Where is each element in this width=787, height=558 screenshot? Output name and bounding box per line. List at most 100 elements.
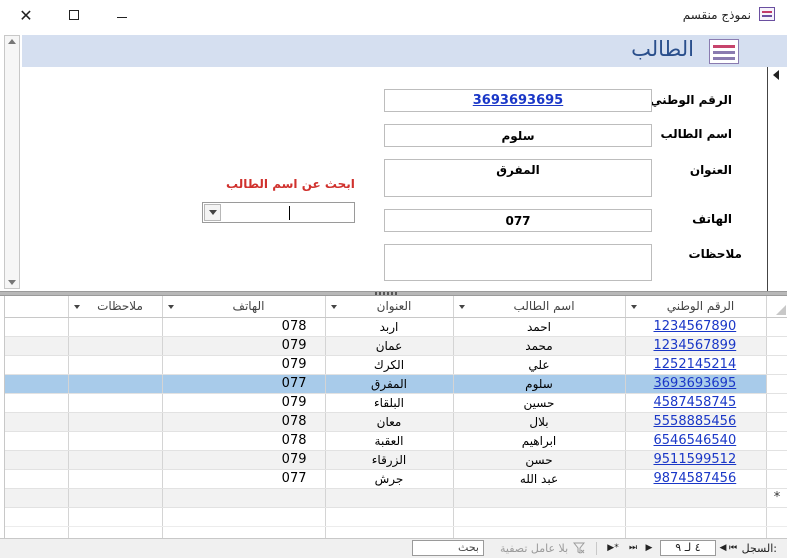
student-name-field[interactable]: سلوم	[384, 124, 652, 147]
cell-national-id[interactable]: 1252145214	[625, 355, 767, 375]
maximize-window-button[interactable]	[60, 4, 88, 26]
filter-status-button[interactable]: بلا عامل تصفية	[500, 542, 568, 555]
national-id-value[interactable]: 3693693695	[473, 93, 563, 108]
cell-address[interactable]: عمان	[325, 336, 454, 356]
cell-national-id[interactable]: 1234567899	[625, 336, 767, 356]
row-blank-cell[interactable]	[5, 317, 69, 337]
cell-phone[interactable]: 079	[162, 393, 326, 413]
cell-phone[interactable]: 079	[162, 450, 326, 470]
cell-notes[interactable]	[68, 336, 163, 356]
table-row[interactable]: 078 العقبة ابراهيم 6546546540	[5, 431, 787, 451]
cell-address[interactable]: العقبة	[325, 431, 454, 451]
cell-phone[interactable]: 078	[162, 431, 326, 451]
row-selector[interactable]	[766, 412, 787, 432]
cell-address[interactable]: المفرق	[325, 374, 454, 394]
last-record-button[interactable]: ⏭	[626, 541, 640, 555]
scroll-down-icon[interactable]	[8, 280, 16, 285]
cell-notes[interactable]	[68, 355, 163, 375]
column-header-notes[interactable]: ملاحظات	[68, 296, 163, 318]
select-all-corner[interactable]	[766, 296, 787, 318]
row-blank-cell[interactable]	[5, 336, 69, 356]
cell-phone[interactable]: 078	[162, 412, 326, 432]
cell-notes[interactable]	[68, 412, 163, 432]
table-row[interactable]: 079 الزرقاء حسن 9511599512	[5, 450, 787, 470]
form-vertical-scrollbar[interactable]	[4, 35, 20, 289]
row-selector[interactable]	[766, 355, 787, 375]
cell-notes[interactable]	[68, 469, 163, 489]
phone-field[interactable]: 077	[384, 209, 652, 232]
table-row[interactable]: 078 اربد احمد 1234567890	[5, 317, 787, 337]
table-row[interactable]: 079 عمان محمد 1234567899	[5, 336, 787, 356]
cell-name[interactable]: سلوم	[453, 374, 626, 394]
column-filter-icon[interactable]	[630, 305, 637, 309]
new-row-cell[interactable]	[68, 488, 163, 508]
cell-address[interactable]: جرش	[325, 469, 454, 489]
cell-national-id[interactable]: 4587458745	[625, 393, 767, 413]
combo-dropdown-button[interactable]	[204, 204, 221, 221]
table-row[interactable]: 077 جرش عبد الله 9874587456	[5, 469, 787, 489]
cell-name[interactable]: علي	[453, 355, 626, 375]
national-id-link[interactable]: 9874587456	[654, 471, 737, 486]
cell-phone[interactable]: 079	[162, 355, 326, 375]
row-blank-cell[interactable]	[5, 412, 69, 432]
cell-address[interactable]: اربد	[325, 317, 454, 337]
cell-name[interactable]: حسين	[453, 393, 626, 413]
row-selector[interactable]	[766, 431, 787, 451]
new-row-cell[interactable]	[162, 488, 326, 508]
national-id-link[interactable]: 9511599512	[654, 452, 737, 467]
cell-national-id[interactable]: 3693693695	[625, 374, 767, 394]
national-id-link[interactable]: 5558885456	[654, 414, 737, 429]
row-selector[interactable]	[766, 317, 787, 337]
cell-name[interactable]: محمد	[453, 336, 626, 356]
cell-phone[interactable]: 079	[162, 336, 326, 356]
table-row[interactable]: 078 معان بلال 5558885456	[5, 412, 787, 432]
national-id-link[interactable]: 1234567890	[654, 319, 737, 334]
new-record-button[interactable]: ▶*	[603, 541, 623, 555]
cell-phone[interactable]: 078	[162, 317, 326, 337]
cell-name[interactable]: ابراهيم	[453, 431, 626, 451]
cell-national-id[interactable]: 9874587456	[625, 469, 767, 489]
cell-name[interactable]: بلال	[453, 412, 626, 432]
cell-national-id[interactable]: 6546546540	[625, 431, 767, 451]
cell-address[interactable]: الزرقاء	[325, 450, 454, 470]
column-filter-icon[interactable]	[167, 305, 174, 309]
national-id-link[interactable]: 3693693695	[654, 376, 737, 391]
row-selector[interactable]	[766, 336, 787, 356]
national-id-link[interactable]: 1252145214	[654, 357, 737, 372]
previous-record-button[interactable]: ◀	[716, 541, 730, 555]
cell-notes[interactable]	[68, 450, 163, 470]
column-header-address[interactable]: العنوان	[325, 296, 454, 318]
scroll-up-icon[interactable]	[8, 39, 16, 44]
form-record-selector[interactable]	[767, 67, 787, 291]
record-search-input[interactable]: بحث	[412, 540, 484, 556]
new-row-selector[interactable]: *	[766, 488, 787, 508]
cell-address[interactable]: الكرك	[325, 355, 454, 375]
national-id-field[interactable]: 3693693695	[384, 89, 652, 112]
table-row[interactable]: 079 الكرك علي 1252145214	[5, 355, 787, 375]
column-filter-icon[interactable]	[330, 305, 337, 309]
search-student-combobox[interactable]	[202, 202, 355, 223]
column-header-national-id[interactable]: الرقم الوطني	[625, 296, 767, 318]
row-blank-cell[interactable]	[5, 431, 69, 451]
row-blank-cell[interactable]	[5, 469, 69, 489]
row-selector[interactable]	[766, 450, 787, 470]
record-position-input[interactable]: ٤ لـ ٩	[660, 540, 716, 556]
new-row-cell[interactable]	[325, 488, 454, 508]
row-selector[interactable]	[766, 374, 787, 394]
cell-notes[interactable]	[68, 374, 163, 394]
cell-name[interactable]: احمد	[453, 317, 626, 337]
table-row[interactable]: 079 البلقاء حسين 4587458745	[5, 393, 787, 413]
cell-address[interactable]: البلقاء	[325, 393, 454, 413]
cell-national-id[interactable]: 1234567890	[625, 317, 767, 337]
new-row-cell[interactable]	[5, 488, 69, 508]
new-row-cell[interactable]	[453, 488, 626, 508]
column-filter-icon[interactable]	[73, 305, 80, 309]
cell-national-id[interactable]: 5558885456	[625, 412, 767, 432]
row-blank-cell[interactable]	[5, 355, 69, 375]
minimize-window-button[interactable]	[108, 4, 136, 26]
national-id-link[interactable]: 1234567899	[654, 338, 737, 353]
cell-notes[interactable]	[68, 317, 163, 337]
next-record-button[interactable]: ▶	[642, 541, 656, 555]
column-filter-icon[interactable]	[458, 305, 465, 309]
cell-notes[interactable]	[68, 393, 163, 413]
